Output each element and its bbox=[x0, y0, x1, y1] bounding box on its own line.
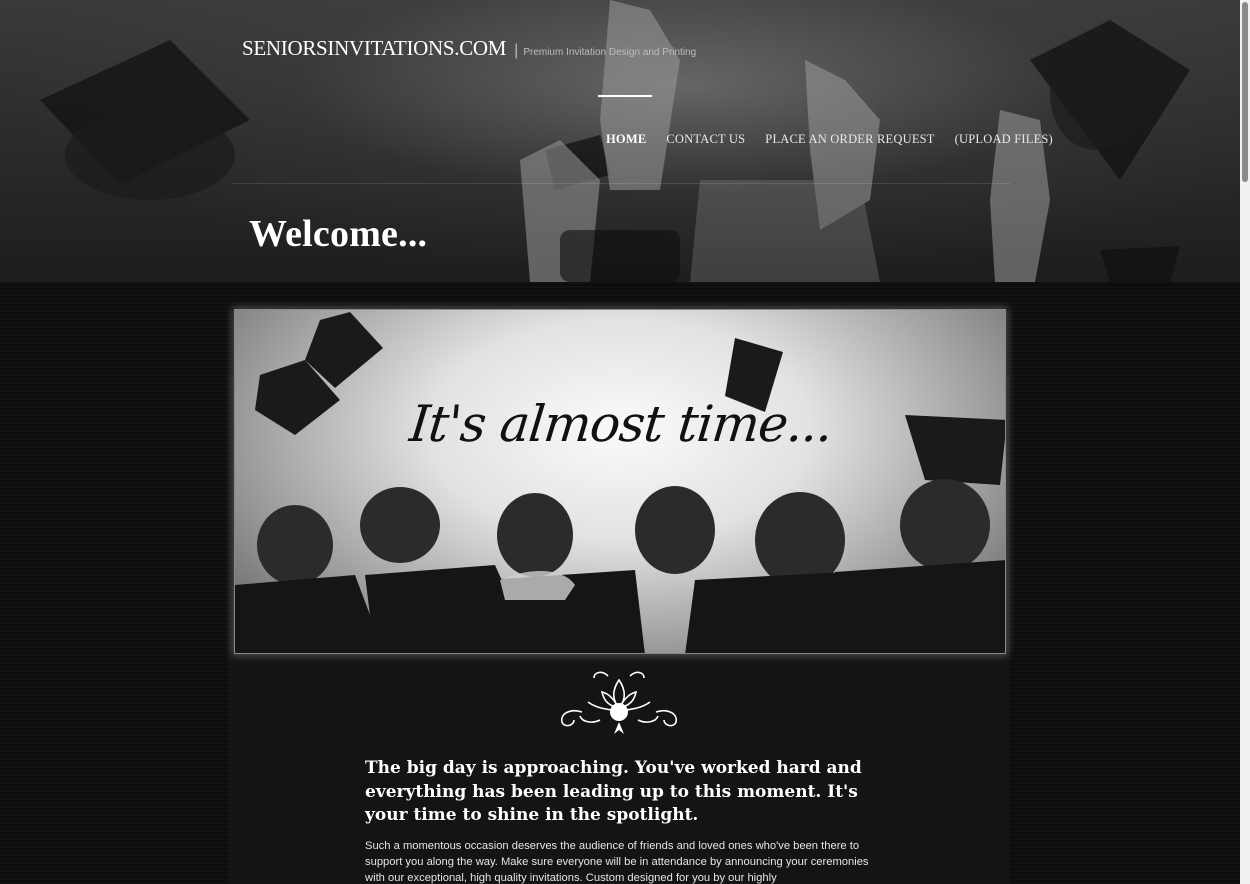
hero-header: SENIORSINVITATIONS.COM | Premium Invitat… bbox=[0, 0, 1240, 282]
nav-item-place-order[interactable]: PLACE AN ORDER REQUEST bbox=[765, 132, 934, 147]
site-brand[interactable]: SENIORSINVITATIONS.COM | Premium Invitat… bbox=[242, 36, 696, 61]
hero-banner-image: It's almost time... bbox=[234, 309, 1006, 654]
page-title: Welcome... bbox=[249, 213, 428, 255]
page-scrollbar[interactable] bbox=[1240, 0, 1250, 884]
intro-heading: The big day is approaching. You've worke… bbox=[365, 758, 862, 825]
brand-separator: | bbox=[514, 42, 519, 59]
brand-tagline: Premium Invitation Design and Printing bbox=[523, 47, 697, 58]
graduates-photo bbox=[235, 312, 1005, 653]
brand-name[interactable]: SENIORSINVITATIONS.COM bbox=[242, 36, 506, 61]
scrollbar-thumb[interactable] bbox=[1242, 2, 1248, 182]
intro-paragraph: Such a momentous occasion deserves the a… bbox=[365, 840, 869, 884]
header-divider bbox=[232, 183, 1010, 184]
active-nav-indicator bbox=[598, 95, 652, 97]
nav-item-upload-files[interactable]: (UPLOAD FILES) bbox=[955, 132, 1053, 147]
flourish-ornament-icon bbox=[560, 671, 678, 734]
nav-item-contact-us[interactable]: CONTACT US bbox=[666, 132, 745, 147]
nav-item-home[interactable]: HOME bbox=[606, 132, 646, 147]
banner-headline: It's almost time... bbox=[407, 395, 835, 453]
